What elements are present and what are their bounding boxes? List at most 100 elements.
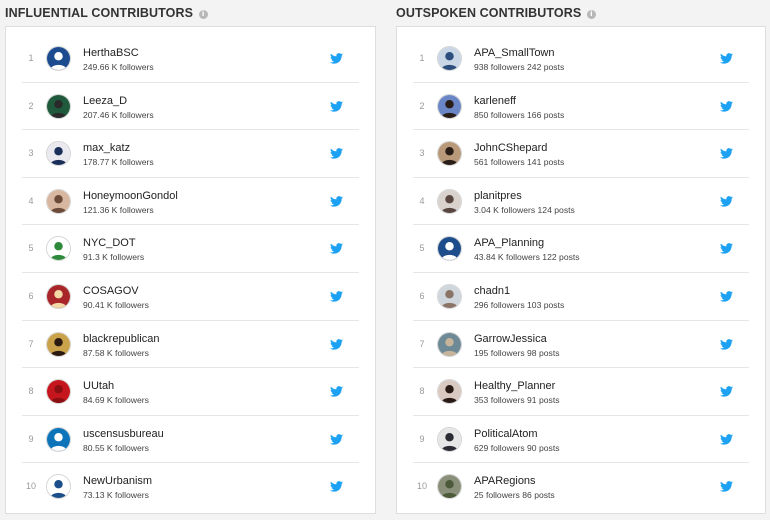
avatar[interactable] — [437, 379, 462, 405]
contributor-row[interactable]: 8 UUtah 84.69 K followers — [22, 368, 359, 416]
contributor-row[interactable]: 6 chadn1 296 followers 103 posts — [413, 273, 749, 321]
contributor-stats: 90.41 K followers — [83, 299, 149, 310]
contributor-name[interactable]: karleneff — [474, 95, 516, 107]
contributor-row[interactable]: 3 JohnCShepard 561 followers 141 posts — [413, 130, 749, 178]
contributor-name[interactable]: Healthy_Planner — [474, 380, 555, 392]
avatar[interactable] — [437, 188, 462, 214]
avatar[interactable] — [46, 188, 71, 214]
contributor-row[interactable]: 9 PoliticalAtom 629 followers 90 posts — [413, 416, 749, 464]
twitter-bird-icon[interactable] — [720, 195, 733, 207]
contributor-row[interactable]: 2 Leeza_D 207.46 K followers — [22, 83, 359, 131]
avatar[interactable] — [437, 46, 462, 71]
contributor-name[interactable]: UUtah — [83, 380, 114, 392]
avatar-image — [438, 142, 461, 166]
twitter-bird-icon[interactable] — [330, 291, 343, 302]
contributor-row[interactable]: 4 planitpres 3.04 K followers 124 posts — [413, 178, 749, 226]
contributor-row[interactable]: 1 HerthaBSC 249.66 K followers — [22, 35, 359, 83]
contributor-name[interactable]: JohnCShepard — [474, 142, 547, 154]
rank-number: 9 — [28, 433, 34, 444]
twitter-bird-icon[interactable] — [720, 53, 733, 64]
avatar[interactable] — [46, 236, 71, 262]
contributor-row[interactable]: 1 APA_SmallTown 938 followers 242 posts — [413, 35, 749, 83]
contributor-row[interactable]: 10 NewUrbanism 73.13 K followers — [22, 463, 359, 511]
twitter-bird-icon[interactable] — [330, 338, 343, 350]
twitter-bird-icon[interactable] — [720, 433, 733, 445]
contributor-name[interactable]: APARegions — [474, 475, 536, 487]
twitter-bird-icon[interactable] — [330, 100, 343, 112]
twitter-bird-icon[interactable] — [330, 433, 343, 445]
contributor-name[interactable]: NYC_DOT — [83, 237, 136, 249]
avatar[interactable] — [437, 141, 462, 167]
contributor-row[interactable]: 5 NYC_DOT 91.3 K followers — [22, 225, 359, 273]
contributor-name[interactable]: Leeza_D — [83, 95, 127, 107]
contributor-name[interactable]: PoliticalAtom — [474, 428, 538, 440]
avatar[interactable] — [437, 283, 462, 309]
twitter-bird-icon[interactable] — [330, 481, 343, 492]
avatar[interactable] — [437, 474, 462, 500]
twitter-bird-icon[interactable] — [720, 481, 733, 492]
avatar[interactable] — [46, 93, 71, 119]
contributor-name[interactable]: NewUrbanism — [83, 475, 152, 487]
avatar[interactable] — [437, 426, 462, 452]
contributor-row[interactable]: 6 COSAGOV 90.41 K followers — [22, 273, 359, 321]
avatar[interactable] — [46, 474, 71, 500]
rank-number: 8 — [28, 386, 34, 397]
avatar[interactable] — [46, 379, 71, 405]
contributor-name[interactable]: chadn1 — [474, 285, 510, 297]
contributor-stats: 195 followers 98 posts — [474, 347, 560, 358]
twitter-bird-icon[interactable] — [330, 53, 343, 64]
twitter-bird-icon[interactable] — [330, 386, 343, 397]
contributor-row[interactable]: 7 GarrowJessica 195 followers 98 posts — [413, 321, 749, 369]
avatar[interactable] — [46, 141, 71, 167]
contributor-row[interactable]: 2 karleneff 850 followers 166 posts — [413, 83, 749, 131]
twitter-bird-icon[interactable] — [330, 243, 343, 255]
contributor-name[interactable]: APA_SmallTown — [474, 47, 555, 59]
avatar[interactable] — [437, 331, 462, 357]
rank-number: 1 — [419, 53, 425, 63]
contributor-name[interactable]: uscensusbureau — [83, 428, 164, 440]
twitter-bird-icon[interactable] — [330, 148, 343, 159]
contributor-stats: 84.69 K followers — [83, 395, 149, 406]
rank-number: 9 — [419, 433, 425, 444]
outspoken-list: 1 APA_SmallTown 938 followers 242 posts … — [396, 26, 766, 514]
twitter-bird-icon[interactable] — [720, 291, 733, 302]
contributor-stats: 121.36 K followers — [83, 204, 154, 215]
rank-number: 7 — [28, 338, 34, 349]
avatar-image — [438, 47, 461, 70]
twitter-bird-icon[interactable] — [330, 195, 343, 207]
avatar-image — [47, 94, 70, 118]
contributor-row[interactable]: 9 uscensusbureau 80.55 K followers — [22, 416, 359, 464]
info-icon[interactable]: i — [586, 10, 596, 19]
contributor-stats: 207.46 K followers — [83, 109, 154, 120]
contributor-name[interactable]: HoneymoonGondol — [83, 190, 178, 202]
contributor-name[interactable]: blackrepublican — [83, 333, 159, 345]
twitter-bird-icon[interactable] — [720, 338, 733, 350]
contributor-name[interactable]: HerthaBSC — [83, 47, 139, 59]
twitter-bird-icon[interactable] — [720, 100, 733, 112]
twitter-bird-icon[interactable] — [720, 243, 733, 255]
contributor-row[interactable]: 4 HoneymoonGondol 121.36 K followers — [22, 178, 359, 226]
avatar-image — [438, 427, 461, 451]
twitter-bird-icon[interactable] — [720, 148, 733, 159]
avatar[interactable] — [437, 236, 462, 262]
contributor-name[interactable]: APA_Planning — [474, 237, 544, 249]
contributor-row[interactable]: 3 max_katz 178.77 K followers — [22, 130, 359, 178]
avatar[interactable] — [46, 46, 71, 71]
avatar[interactable] — [46, 283, 71, 309]
contributor-stats: 296 followers 103 posts — [474, 299, 565, 310]
avatar[interactable] — [437, 93, 462, 119]
twitter-bird-icon[interactable] — [720, 386, 733, 397]
contributor-row[interactable]: 7 blackrepublican 87.58 K followers — [22, 321, 359, 369]
contributor-name[interactable]: GarrowJessica — [474, 333, 547, 345]
avatar[interactable] — [46, 426, 71, 452]
info-icon[interactable]: i — [198, 10, 208, 19]
contributor-row[interactable]: 5 APA_Planning 43.84 K followers 122 pos… — [413, 225, 749, 273]
avatar-image — [438, 332, 461, 356]
rank-number: 1 — [28, 53, 34, 63]
contributor-row[interactable]: 8 Healthy_Planner 353 followers 91 posts — [413, 368, 749, 416]
contributor-name[interactable]: COSAGOV — [83, 285, 139, 297]
contributor-name[interactable]: planitpres — [474, 190, 522, 202]
avatar[interactable] — [46, 331, 71, 357]
contributor-name[interactable]: max_katz — [83, 142, 130, 154]
contributor-row[interactable]: 10 APARegions 25 followers 86 posts — [413, 463, 749, 511]
